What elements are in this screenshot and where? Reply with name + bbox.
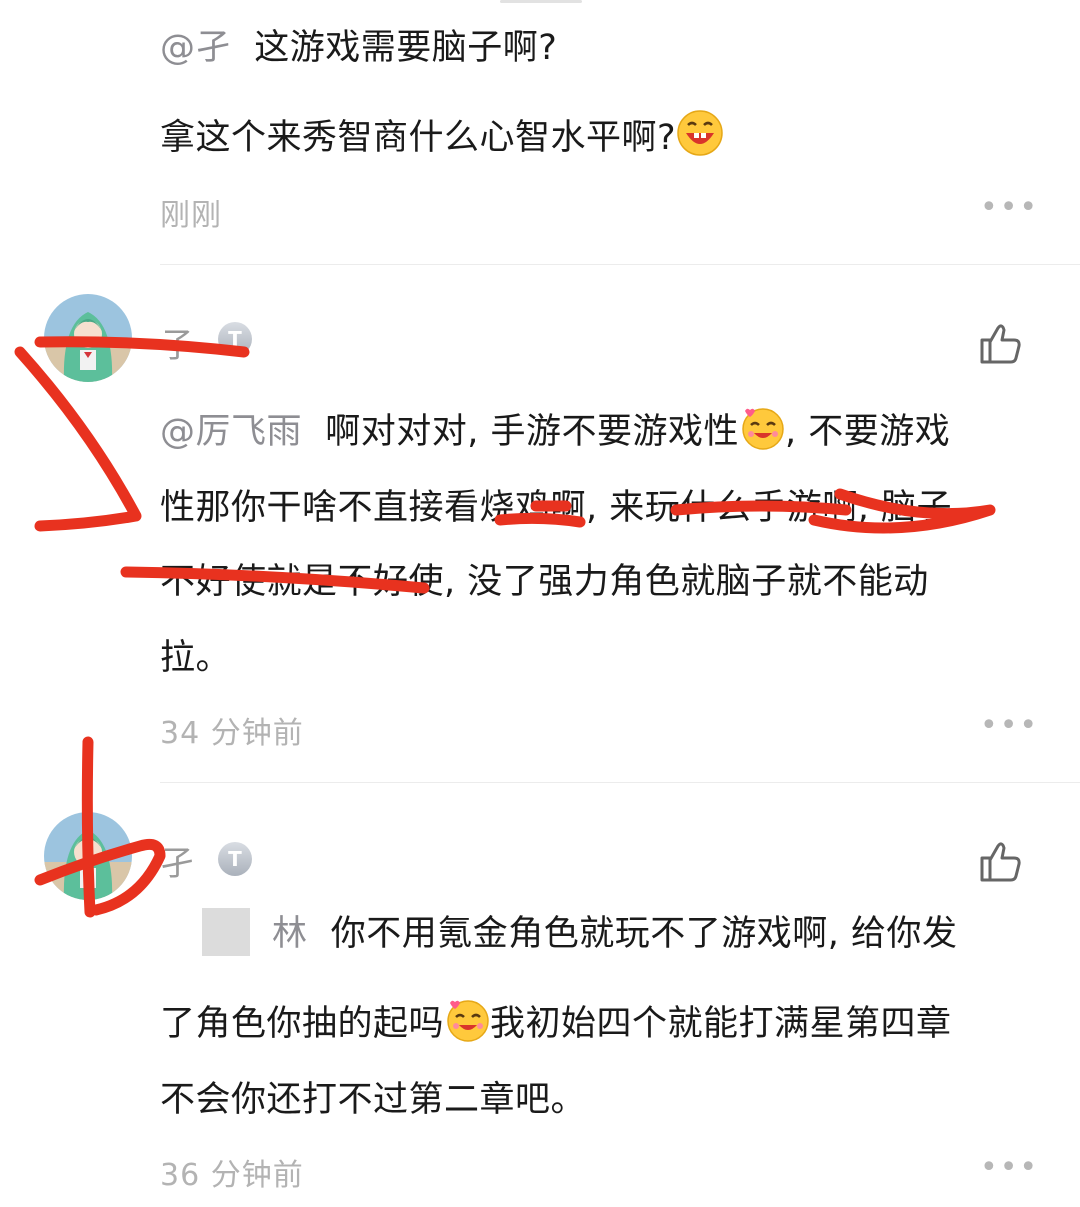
red-scribble-overlay xyxy=(14,336,996,918)
scribble-stroke xyxy=(494,512,586,528)
scribble-stroke xyxy=(670,500,852,516)
scribble-stroke xyxy=(81,736,96,918)
scribble-stroke xyxy=(34,336,250,358)
scribble-stroke xyxy=(34,838,166,916)
scribble-stroke xyxy=(120,566,430,594)
scribble-stroke xyxy=(14,346,142,532)
